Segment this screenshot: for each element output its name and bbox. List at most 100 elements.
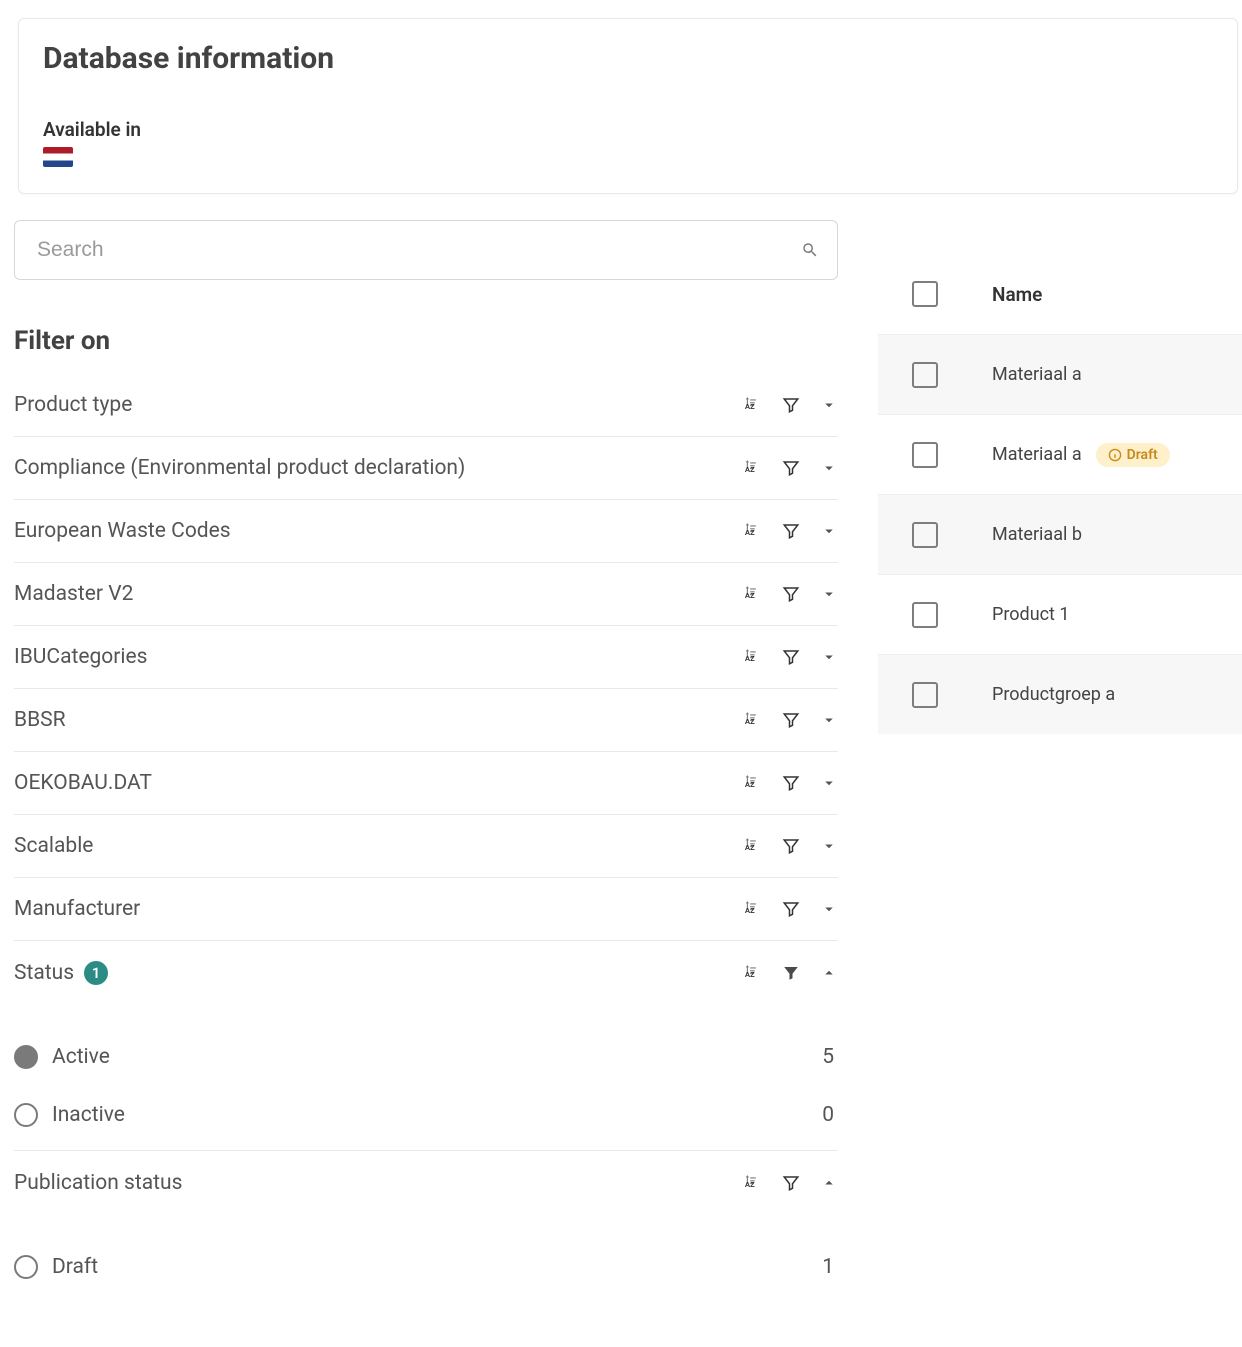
draft-chip: Draft [1096, 443, 1170, 467]
column-name: Name [992, 283, 1042, 306]
funnel-icon[interactable] [782, 964, 800, 982]
sort-az-icon[interactable] [744, 711, 762, 729]
radio-icon[interactable] [14, 1103, 38, 1127]
filter-label: IBUCategories [14, 645, 147, 669]
funnel-icon[interactable] [782, 648, 800, 666]
option-label: Active [52, 1045, 110, 1069]
table-row[interactable]: Materiaal a Draft [878, 414, 1242, 494]
chevron-down-icon[interactable] [820, 459, 838, 477]
available-in-label: Available in [43, 118, 1213, 141]
funnel-icon[interactable] [782, 711, 800, 729]
option-count: 1 [822, 1255, 838, 1279]
chevron-down-icon[interactable] [820, 396, 838, 414]
row-checkbox[interactable] [912, 522, 938, 548]
filter-row-madaster[interactable]: Madaster V2 [14, 563, 838, 626]
funnel-icon[interactable] [782, 522, 800, 540]
draft-chip-label: Draft [1127, 447, 1158, 463]
filter-label: European Waste Codes [14, 519, 231, 543]
table-row[interactable]: Materiaal a [878, 334, 1242, 414]
sort-az-icon[interactable] [744, 396, 762, 414]
publication-options: Draft 1 [14, 1214, 838, 1302]
table-header: Name [878, 254, 1242, 334]
filter-label: OEKOBAU.DAT [14, 771, 152, 795]
chevron-down-icon[interactable] [820, 837, 838, 855]
sort-az-icon[interactable] [744, 837, 762, 855]
filter-label: Manufacturer [14, 897, 140, 921]
filter-row-publication[interactable]: Publication status [14, 1151, 838, 1214]
row-name-text: Materiaal a [992, 364, 1082, 385]
row-checkbox[interactable] [912, 442, 938, 468]
funnel-icon[interactable] [782, 837, 800, 855]
filter-label: Scalable [14, 834, 93, 858]
chevron-down-icon[interactable] [820, 522, 838, 540]
select-all-checkbox[interactable] [912, 281, 938, 307]
filter-label: Product type [14, 393, 132, 417]
filter-row-product-type[interactable]: Product type [14, 374, 838, 437]
status-badge: 1 [84, 961, 108, 985]
status-option-active[interactable]: Active 5 [14, 1028, 838, 1086]
funnel-icon[interactable] [782, 459, 800, 477]
sort-az-icon[interactable] [744, 774, 762, 792]
filter-row-ewc[interactable]: European Waste Codes [14, 500, 838, 563]
flag-nl-icon [43, 147, 73, 167]
filter-heading: Filter on [14, 326, 838, 356]
filter-label: BBSR [14, 708, 66, 732]
filter-label: Compliance (Environmental product declar… [14, 456, 465, 480]
sort-az-icon[interactable] [744, 648, 762, 666]
status-options: Active 5 Inactive 0 [14, 1004, 838, 1151]
row-checkbox[interactable] [912, 682, 938, 708]
funnel-icon[interactable] [782, 1174, 800, 1192]
table-row[interactable]: Materiaal b [878, 494, 1242, 574]
chevron-up-icon[interactable] [820, 964, 838, 982]
chevron-down-icon[interactable] [820, 774, 838, 792]
chevron-down-icon[interactable] [820, 585, 838, 603]
option-label: Draft [52, 1255, 98, 1279]
radio-icon[interactable] [14, 1255, 38, 1279]
status-option-inactive[interactable]: Inactive 0 [14, 1086, 838, 1144]
sort-az-icon[interactable] [744, 964, 762, 982]
row-name-text: Productgroep a [992, 684, 1115, 705]
row-name-text: Materiaal b [992, 524, 1082, 545]
filter-row-compliance[interactable]: Compliance (Environmental product declar… [14, 437, 838, 500]
table-row[interactable]: Productgroep a [878, 654, 1242, 734]
chevron-down-icon[interactable] [820, 900, 838, 918]
row-checkbox[interactable] [912, 602, 938, 628]
status-label: Status [14, 961, 74, 985]
search-input[interactable] [37, 238, 801, 262]
filter-label: Status 1 [14, 961, 108, 985]
sort-az-icon[interactable] [744, 900, 762, 918]
card-title: Database information [43, 41, 1213, 76]
option-count: 5 [822, 1045, 838, 1069]
info-icon [1108, 448, 1122, 462]
sort-az-icon[interactable] [744, 585, 762, 603]
chevron-down-icon[interactable] [820, 711, 838, 729]
filter-row-scalable[interactable]: Scalable [14, 815, 838, 878]
search-icon[interactable] [801, 241, 819, 259]
option-count: 0 [822, 1103, 838, 1127]
search-box[interactable] [14, 220, 838, 280]
filter-row-bbsr[interactable]: BBSR [14, 689, 838, 752]
funnel-icon[interactable] [782, 585, 800, 603]
sort-az-icon[interactable] [744, 1174, 762, 1192]
filter-label: Publication status [14, 1171, 182, 1195]
chevron-down-icon[interactable] [820, 648, 838, 666]
publication-option-draft[interactable]: Draft 1 [14, 1238, 838, 1296]
chevron-up-icon[interactable] [820, 1174, 838, 1192]
info-card: Database information Available in [18, 18, 1238, 194]
filter-row-ibu[interactable]: IBUCategories [14, 626, 838, 689]
row-name-text: Product 1 [992, 604, 1070, 625]
filter-row-oekobau[interactable]: OEKOBAU.DAT [14, 752, 838, 815]
filter-row-manufacturer[interactable]: Manufacturer [14, 878, 838, 941]
funnel-icon[interactable] [782, 900, 800, 918]
sort-az-icon[interactable] [744, 522, 762, 540]
row-name-text: Materiaal a [992, 444, 1082, 465]
funnel-icon[interactable] [782, 396, 800, 414]
table-row[interactable]: Product 1 [878, 574, 1242, 654]
row-checkbox[interactable] [912, 362, 938, 388]
filter-row-status[interactable]: Status 1 [14, 941, 838, 1004]
radio-icon[interactable] [14, 1045, 38, 1069]
funnel-icon[interactable] [782, 774, 800, 792]
option-label: Inactive [52, 1103, 125, 1127]
sort-az-icon[interactable] [744, 459, 762, 477]
filter-label: Madaster V2 [14, 582, 133, 606]
